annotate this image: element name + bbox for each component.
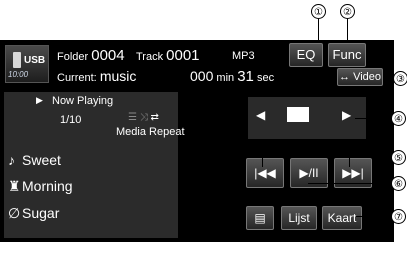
folder-info: Folder 0004 <box>57 47 125 64</box>
callout-5-drop-right <box>349 157 350 167</box>
current-value: music <box>99 68 137 84</box>
music-note-icon: ♪ <box>8 152 15 168</box>
album-name: Sugar <box>22 205 60 221</box>
callout-7: ⑦ <box>391 209 406 224</box>
album-icon: ∅ <box>8 205 21 221</box>
list-label: Lijst <box>288 211 310 225</box>
album-row[interactable]: ∅ Sugar <box>4 205 178 231</box>
clock: 10:00 <box>8 70 29 79</box>
skip-back-icon: |◀◀ <box>254 166 276 180</box>
list-icon: ▤ <box>254 211 266 225</box>
callout-2: ② <box>340 4 355 19</box>
list-button[interactable]: Lijst <box>281 206 317 230</box>
callout-5: ⑤ <box>391 150 406 165</box>
video-toggle-button[interactable]: ↔ Video <box>337 68 383 86</box>
artist-icon: ♜ <box>8 178 21 194</box>
eq-label: EQ <box>296 47 316 62</box>
callout-3: ③ <box>393 71 407 86</box>
map-button[interactable]: Kaart <box>322 206 362 230</box>
play-pause-icon: ▶/II <box>299 166 319 180</box>
callout-4: ④ <box>391 111 406 126</box>
elapsed-sec: 31 <box>237 68 254 85</box>
current-info: Current: music <box>57 68 136 84</box>
callout-1-line <box>318 19 319 40</box>
track-label: Track <box>136 51 164 63</box>
play-indicator-icon: ▶ <box>36 95 43 105</box>
song-title-row[interactable]: ♪ Sweet <box>4 152 178 178</box>
playmode-icons: ☰ ⤨ ⇄ <box>128 112 159 123</box>
list-mode-icon: ☰ <box>128 112 137 123</box>
song-title: Sweet <box>22 152 61 168</box>
current-label: Current: <box>57 72 97 84</box>
format-label: MP3 <box>232 50 255 62</box>
eq-button[interactable]: EQ <box>289 43 323 67</box>
min-label: min <box>216 72 235 84</box>
folder-icon <box>287 107 309 122</box>
track-position: 1/10 <box>60 114 82 126</box>
video-label: Video <box>353 71 381 83</box>
prev-folder-button[interactable]: ◀ <box>256 108 265 122</box>
artist-name: Morning <box>22 178 73 194</box>
callout-5-line-left <box>262 157 390 158</box>
callout-1: ① <box>311 4 326 19</box>
usb-stick-icon <box>13 52 21 68</box>
playmode-labels: Media Repeat <box>116 126 185 138</box>
list-view-button[interactable]: ▤ <box>246 206 274 230</box>
usb-source-box[interactable]: USB 10:00 <box>5 45 49 83</box>
func-button[interactable]: Func <box>328 43 366 67</box>
callout-6-line <box>308 183 391 184</box>
previous-track-button[interactable]: |◀◀ <box>246 158 284 188</box>
elapsed-time: 000 min 31 sec <box>190 68 274 85</box>
shuffle-icon: ⤨ <box>139 112 148 123</box>
track-info: Track 0001 <box>136 47 200 64</box>
now-playing-label: Now Playing <box>52 95 114 107</box>
callout-7-line <box>356 216 391 217</box>
repeat-label: Repeat <box>149 126 185 138</box>
callout-5-drop-left <box>262 157 263 167</box>
callout-6: ⑥ <box>391 176 406 191</box>
artist-row[interactable]: ♜Morning <box>4 178 178 204</box>
now-playing-bar[interactable]: ▶ Now Playing <box>4 92 178 112</box>
callout-2-line <box>347 19 348 40</box>
folder-label: Folder <box>57 51 89 63</box>
sec-label: sec <box>256 72 275 84</box>
callout-4-line <box>355 118 391 119</box>
media-label: Media <box>116 126 146 138</box>
repeat-icon: ⇄ <box>150 112 159 123</box>
track-value: 0001 <box>166 47 200 64</box>
map-label: Kaart <box>327 211 357 225</box>
next-folder-button[interactable]: ▶ <box>342 108 351 122</box>
swap-arrows-icon: ↔ <box>339 71 350 83</box>
func-label: Func <box>332 47 362 62</box>
usb-label: USB <box>24 55 46 66</box>
skip-forward-icon: ▶▶| <box>342 166 364 180</box>
folder-value: 0004 <box>91 47 125 64</box>
elapsed-min: 000 <box>190 68 214 84</box>
